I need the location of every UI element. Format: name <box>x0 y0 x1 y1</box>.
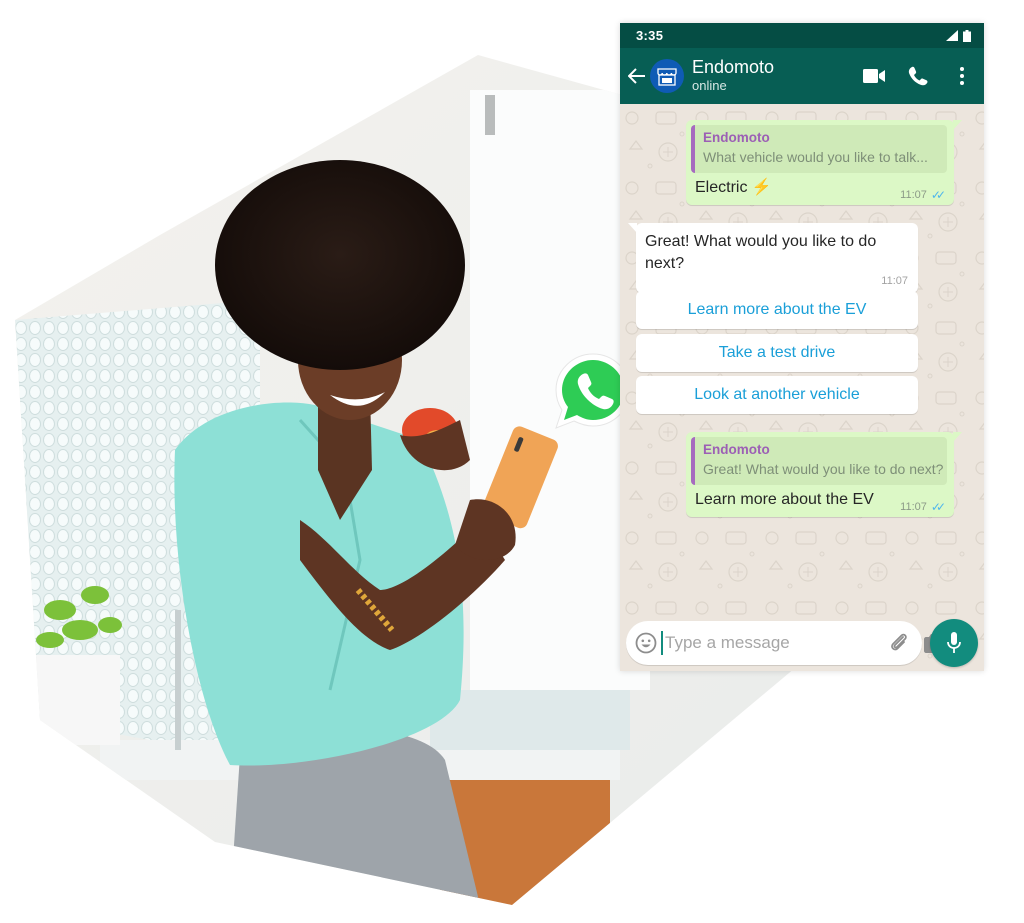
message-meta: 11:07 ✓✓ <box>900 500 946 514</box>
arrow-left-icon <box>628 68 645 84</box>
back-button[interactable] <box>626 65 648 87</box>
voice-message-button[interactable] <box>930 619 978 667</box>
message-text: Electric ⚡ <box>695 177 772 199</box>
message-text: Learn more about the EV <box>695 491 874 508</box>
battery-icon <box>963 29 971 42</box>
video-call-button[interactable] <box>862 64 886 88</box>
chat-area[interactable]: Endomoto What vehicle would you like to … <box>620 104 984 671</box>
quoted-message[interactable]: Endomoto What vehicle would you like to … <box>691 125 947 173</box>
signal-icon <box>946 30 958 41</box>
voice-call-button[interactable] <box>906 64 930 88</box>
phone-call-icon <box>908 66 928 86</box>
more-options-button[interactable] <box>950 64 974 88</box>
message-meta: 11:07 ✓✓ <box>900 188 946 202</box>
status-bar: 3:35 <box>620 23 984 48</box>
quoted-message[interactable]: Endomoto Great! What would you like to d… <box>691 437 947 485</box>
message-time: 11:07 <box>900 501 927 513</box>
message-time: 11:07 <box>900 189 927 201</box>
quote-author: Endomoto <box>703 442 770 457</box>
message-composer <box>626 621 946 665</box>
message-meta: 11:07 <box>645 275 908 287</box>
quick-reply-test-drive[interactable]: Take a test drive <box>636 334 918 372</box>
more-vertical-icon <box>960 67 964 85</box>
status-time: 3:35 <box>636 28 664 43</box>
store-icon <box>657 68 677 86</box>
contact-status: online <box>692 78 727 93</box>
message-input[interactable] <box>661 631 888 655</box>
quick-reply-another-vehicle[interactable]: Look at another vehicle <box>636 376 918 414</box>
message-text: Great! What would you like to do next? <box>645 233 877 272</box>
message-outgoing[interactable]: Endomoto What vehicle would you like to … <box>686 120 962 205</box>
quote-text: What vehicle would you like to talk... <box>703 149 928 165</box>
attach-button[interactable] <box>888 630 910 656</box>
attach-icon <box>891 633 907 651</box>
contact-info[interactable]: Endomoto online <box>692 57 842 95</box>
quote-author: Endomoto <box>703 130 770 145</box>
message-body: Electric <box>695 179 748 196</box>
quick-reply-learn-more[interactable]: Learn more about the EV <box>636 291 918 329</box>
emoji-icon <box>635 632 657 654</box>
message-time: 11:07 <box>881 275 908 287</box>
video-call-icon <box>863 69 885 83</box>
quote-text: Great! What would you like to do next? <box>703 461 944 477</box>
message-outgoing[interactable]: Endomoto Great! What would you like to d… <box>686 432 962 517</box>
message-incoming[interactable]: Great! What would you like to do next? 1… <box>628 223 918 293</box>
lightning-emoji-icon: ⚡ <box>751 179 772 196</box>
chat-header: Endomoto online <box>620 48 984 104</box>
whatsapp-chat-screen: 3:35 Endomoto online Endomoto What vehic… <box>620 23 984 671</box>
double-check-icon: ✓✓ <box>930 500 946 514</box>
contact-name: Endomoto <box>692 57 775 77</box>
mic-icon <box>947 632 961 653</box>
double-check-icon: ✓✓ <box>930 188 946 202</box>
contact-avatar[interactable] <box>650 59 684 93</box>
emoji-button[interactable] <box>635 630 657 656</box>
